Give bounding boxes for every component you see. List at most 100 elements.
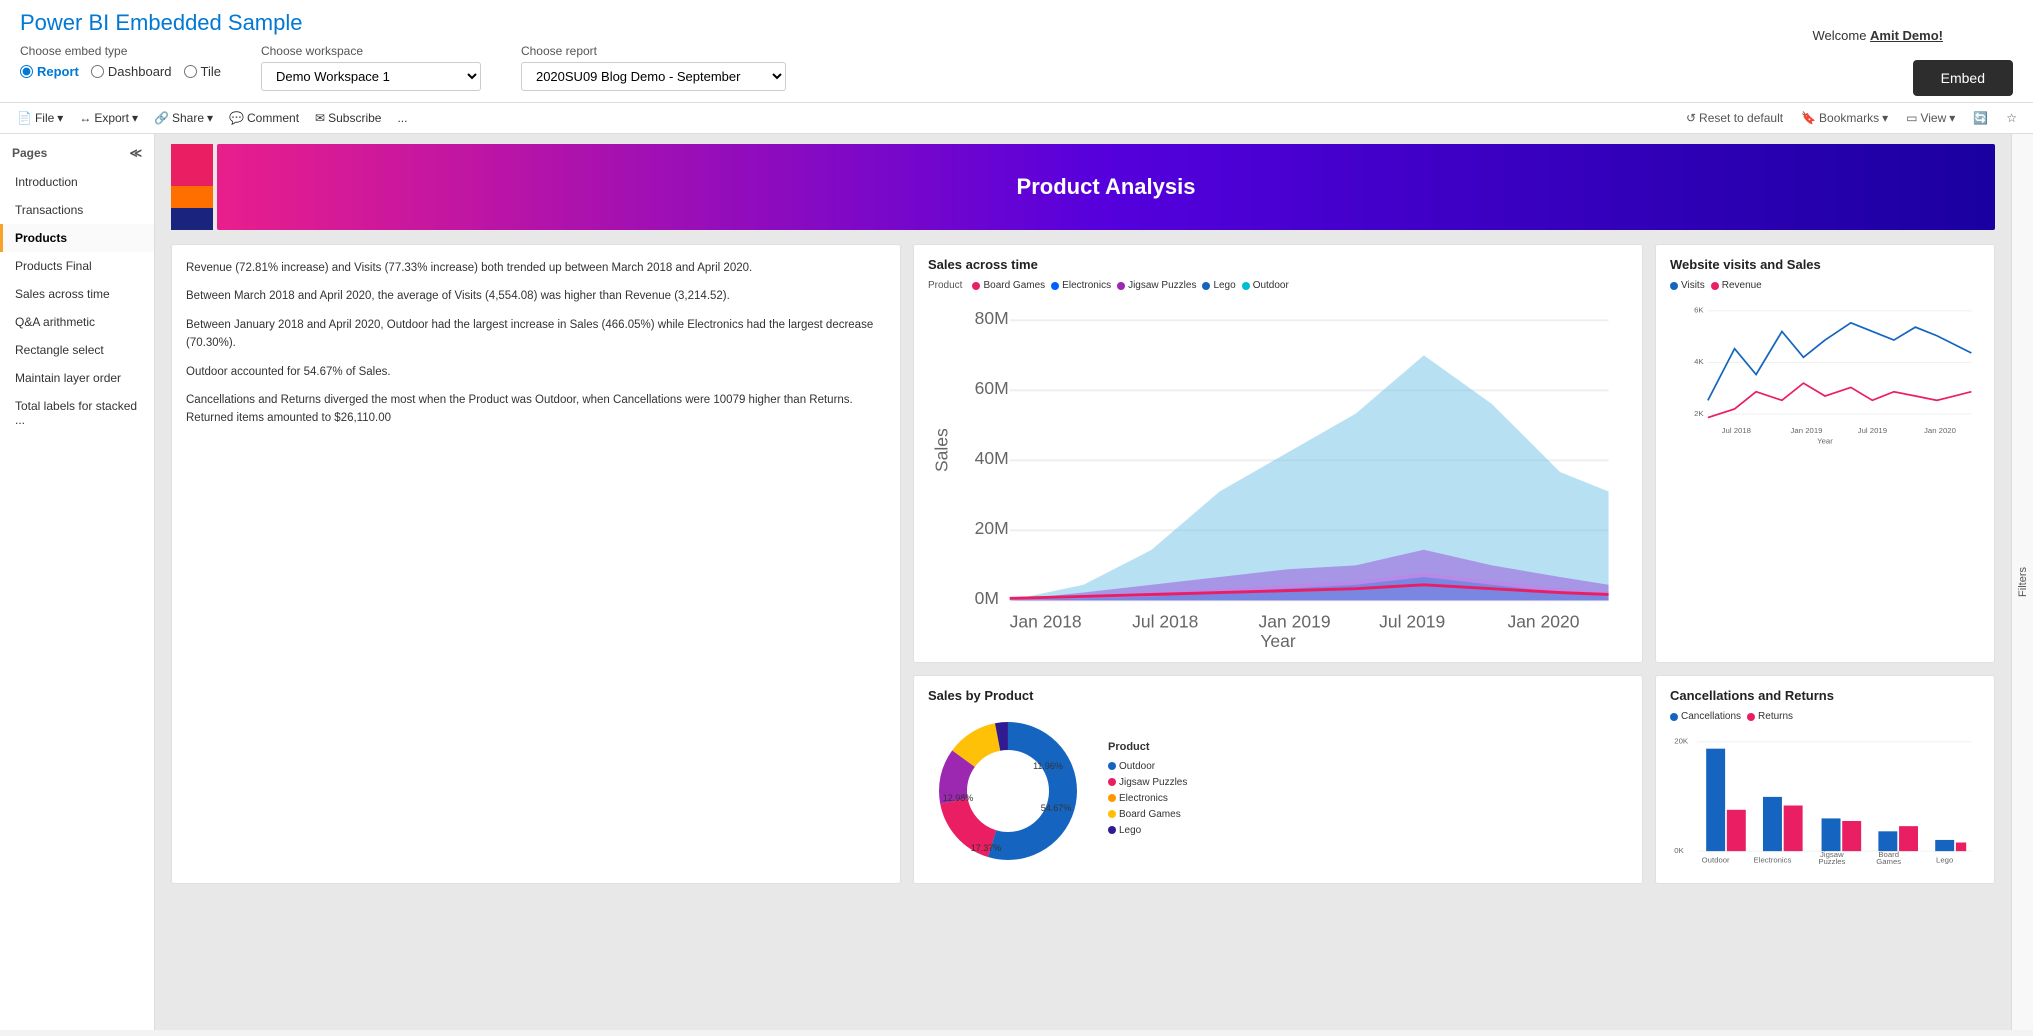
website-sales-legend: Visits Revenue (1670, 280, 1980, 291)
sales-time-svg: 80M 60M 40M 20M 0M Sales (928, 297, 1628, 647)
sales-time-legend: Product Board Games Electronics Jigsaw P… (928, 280, 1628, 291)
cancellations-legend: Cancellations Returns (1670, 711, 1980, 722)
svg-text:Year: Year (1817, 436, 1833, 445)
file-icon: 📄 (17, 111, 32, 125)
insights-panel: Revenue (72.81% increase) and Visits (77… (171, 244, 901, 884)
reset-icon: ↺ (1686, 111, 1696, 125)
comment-btn[interactable]: 💬 Comment (222, 107, 306, 129)
page-item-introduction[interactable]: Introduction (0, 168, 154, 196)
insight-3: Between January 2018 and April 2020, Out… (186, 316, 886, 353)
filters-panel[interactable]: Filters (2011, 134, 2033, 1030)
website-sales-chart-card: Website visits and Sales Visits Revenue … (1655, 244, 1995, 663)
page-item-total-labels[interactable]: Total labels for stacked ... (0, 392, 154, 434)
svg-text:Lego: Lego (1936, 855, 1953, 864)
sales-product-title: Sales by Product (928, 688, 1628, 703)
svg-text:Year: Year (1260, 631, 1296, 647)
report-banner: Product Analysis (217, 144, 1995, 230)
bookmark-icon: 🔖 (1801, 111, 1816, 125)
workspace-select[interactable]: Demo Workspace 1 (261, 62, 481, 91)
report-label: Choose report (521, 44, 786, 58)
report-select[interactable]: 2020SU09 Blog Demo - September (521, 62, 786, 91)
sales-time-title: Sales across time (928, 257, 1628, 272)
svg-text:40M: 40M (975, 448, 1009, 468)
view-chevron: ▾ (1949, 111, 1955, 125)
page-item-products[interactable]: Products (0, 224, 154, 252)
pages-sidebar: Pages ≪ Introduction Transactions Produc… (0, 134, 155, 1030)
cancellations-chart-card: Cancellations and Returns Cancellations … (1655, 675, 1995, 884)
svg-text:20M: 20M (975, 518, 1009, 538)
svg-text:Jan 2018: Jan 2018 (1010, 612, 1082, 632)
subscribe-icon: ✉ (315, 111, 325, 125)
radio-tile[interactable]: Tile (184, 64, 221, 79)
page-item-qa[interactable]: Q&A arithmetic (0, 308, 154, 336)
svg-text:Jul 2019: Jul 2019 (1379, 612, 1445, 632)
app-title: Power BI Embedded Sample (20, 10, 2013, 36)
insight-4: Outdoor accounted for 54.67% of Sales. (186, 363, 886, 381)
refresh-icon: 🔄 (1973, 111, 1988, 125)
insight-1: Revenue (72.81% increase) and Visits (77… (186, 259, 886, 277)
svg-text:Jan 2019: Jan 2019 (1791, 426, 1823, 435)
svg-text:Jan 2020: Jan 2020 (1924, 426, 1956, 435)
comment-icon: 💬 (229, 111, 244, 125)
star-icon: ☆ (2006, 111, 2017, 125)
svg-text:4K: 4K (1694, 357, 1704, 366)
svg-text:Sales: Sales (931, 428, 951, 472)
svg-text:11.96%: 11.96% (1033, 761, 1063, 771)
report-area: Product Analysis Sales across time Produ… (155, 134, 2011, 1030)
share-menu[interactable]: 🔗 Share ▾ (147, 107, 220, 129)
view-btn[interactable]: ▭ View ▾ (1900, 107, 1961, 129)
export-chevron: ▾ (132, 111, 138, 125)
svg-text:Jul 2019: Jul 2019 (1858, 426, 1887, 435)
filters-label: Filters (2017, 557, 2029, 607)
file-menu[interactable]: 📄 File ▾ (10, 107, 70, 129)
reset-btn[interactable]: ↺ Reset to default (1680, 107, 1789, 129)
radio-dashboard[interactable]: Dashboard (91, 64, 172, 79)
export-icon: ↔ (79, 111, 91, 125)
share-icon: 🔗 (154, 111, 169, 125)
svg-text:20K: 20K (1674, 736, 1689, 745)
svg-text:Electronics: Electronics (1754, 855, 1792, 864)
report-selector-group: Choose report 2020SU09 Blog Demo - Septe… (521, 44, 786, 91)
cancellations-title: Cancellations and Returns (1670, 688, 1980, 703)
website-sales-title: Website visits and Sales (1670, 257, 1980, 272)
sales-time-chart-card: Sales across time Product Board Games El… (913, 244, 1643, 663)
embed-button[interactable]: Embed (1913, 60, 2013, 96)
svg-text:Jan 2019: Jan 2019 (1259, 612, 1331, 632)
pages-title-label: Pages (12, 146, 47, 160)
radio-report[interactable]: Report (20, 64, 79, 79)
svg-text:54.67%: 54.67% (1041, 803, 1072, 813)
page-item-rectangle[interactable]: Rectangle select (0, 336, 154, 364)
workspace-selector-group: Choose workspace Demo Workspace 1 (261, 44, 481, 91)
collapse-pages-icon[interactable]: ≪ (129, 146, 142, 160)
share-chevron: ▾ (207, 111, 213, 125)
workspace-label: Choose workspace (261, 44, 481, 58)
page-item-sales-time[interactable]: Sales across time (0, 280, 154, 308)
page-item-products-final[interactable]: Products Final (0, 252, 154, 280)
subscribe-btn[interactable]: ✉ Subscribe (308, 107, 388, 129)
page-item-transactions[interactable]: Transactions (0, 196, 154, 224)
svg-text:Games: Games (1876, 857, 1901, 866)
welcome-text: Welcome Amit Demo! (1812, 28, 1943, 43)
bookmarks-btn[interactable]: 🔖 Bookmarks ▾ (1795, 107, 1894, 129)
favorite-btn[interactable]: ☆ (2000, 107, 2023, 129)
sales-product-chart-card: Sales by Product (913, 675, 1643, 884)
refresh-btn[interactable]: 🔄 (1967, 107, 1994, 129)
svg-text:Jan 2020: Jan 2020 (1507, 612, 1579, 632)
svg-text:60M: 60M (975, 378, 1009, 398)
page-item-maintain[interactable]: Maintain layer order (0, 364, 154, 392)
svg-text:Jul 2018: Jul 2018 (1132, 612, 1198, 632)
svg-text:17.37%: 17.37% (971, 843, 1002, 853)
file-chevron: ▾ (57, 111, 63, 125)
embed-type-label: Choose embed type (20, 44, 221, 58)
bookmarks-chevron: ▾ (1882, 111, 1888, 125)
insight-5: Cancellations and Returns diverged the m… (186, 391, 886, 428)
more-btn[interactable]: ... (390, 107, 414, 129)
donut-svg: 11.96% 12.98% 54.67% 17.37% (928, 711, 1088, 871)
export-menu[interactable]: ↔ Export ▾ (72, 107, 145, 129)
website-sales-svg: 6K 4K 2K Jul 2018 Jan 20 (1670, 297, 1980, 452)
svg-text:Jul 2018: Jul 2018 (1722, 426, 1751, 435)
view-icon: ▭ (1906, 111, 1917, 125)
svg-text:12.98%: 12.98% (943, 793, 974, 803)
svg-text:0M: 0M (975, 588, 999, 608)
svg-text:Puzzles: Puzzles (1818, 857, 1845, 866)
